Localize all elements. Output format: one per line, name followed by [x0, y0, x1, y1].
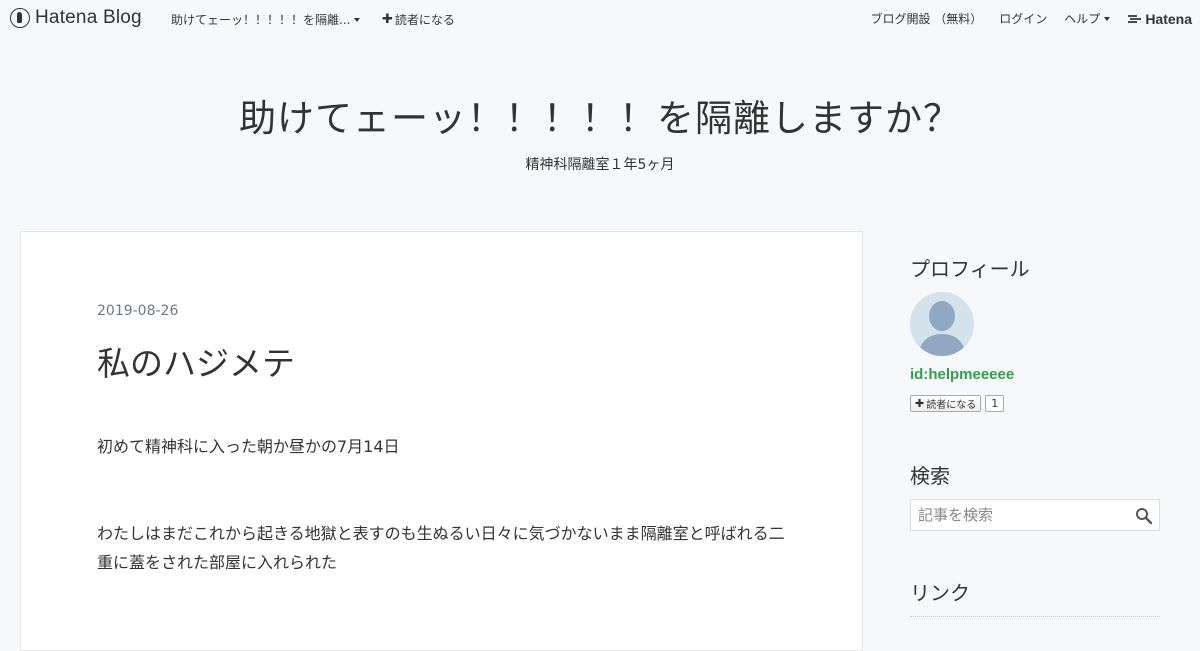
- search-icon[interactable]: [1135, 507, 1153, 525]
- sidebar-subscribe-button[interactable]: ✚ 読者になる: [910, 395, 982, 412]
- blog-description: 精神科隔離室１年5ヶ月: [525, 157, 675, 173]
- avatar[interactable]: [910, 292, 974, 356]
- sidebar-subscribe-label: 読者になる: [926, 400, 977, 411]
- subscriber-count[interactable]: 1: [985, 395, 1005, 412]
- sidebar-subscribe: ✚ 読者になる 1: [910, 395, 1005, 412]
- help-label: ヘルプ: [1064, 12, 1101, 26]
- chevron-down-icon: [1104, 16, 1111, 21]
- hatena-blog-logo-icon: [10, 8, 30, 28]
- default-user-icon: [910, 292, 974, 356]
- entry-date[interactable]: 2019-08-26: [97, 303, 178, 319]
- entry-title[interactable]: 私のハジメテ: [97, 337, 295, 385]
- blog-menu-label: 助けてェーッ！！！！！を隔離...: [171, 13, 351, 27]
- hatena-blog-logo[interactable]: Hatena Blog: [10, 7, 142, 29]
- divider: [910, 616, 1160, 617]
- hatena-mark-icon: [1128, 14, 1142, 23]
- entry-article: 2019-08-26 私のハジメテ 初めて精神科に入った朝か昼かの7月14日 わ…: [20, 231, 863, 651]
- plus-icon: ✚: [915, 397, 925, 410]
- help-menu[interactable]: ヘルプ: [1064, 10, 1111, 27]
- search-input[interactable]: [911, 500, 1128, 530]
- profile-heading: プロフィール: [910, 257, 1030, 281]
- entry-paragraph: 初めて精神科に入った朝か昼かの7月14日: [97, 437, 400, 456]
- profile-id-link[interactable]: id:helpmeeeee: [910, 366, 1014, 383]
- hatena-logo-text: Hatena: [1145, 10, 1192, 27]
- open-blog-link[interactable]: ブログ開設 （無料）: [870, 10, 982, 27]
- chevron-down-icon: [354, 17, 361, 22]
- global-header: Hatena Blog 助けてェーッ！！！！！を隔離... ✚ 読者になる ブロ…: [0, 0, 1200, 36]
- entry-paragraph: わたしはまだこれから起きる地獄と表すのも生ぬるい日々に気づかないまま隔離室と呼ば…: [97, 524, 785, 572]
- hatena-logo[interactable]: Hatena: [1127, 11, 1192, 27]
- header-subscribe-button[interactable]: ✚ 読者になる: [382, 11, 455, 28]
- blog-menu-dropdown[interactable]: 助けてェーッ！！！！！を隔離...: [171, 11, 361, 28]
- blog-title[interactable]: 助けてェーッ！！！！！を隔離しますか？: [0, 88, 1200, 142]
- login-link[interactable]: ログイン: [999, 10, 1047, 27]
- header-subscribe-label: 読者になる: [394, 13, 455, 27]
- links-heading: リンク: [910, 581, 970, 605]
- plus-icon: ✚: [382, 12, 393, 27]
- search-form: [910, 499, 1160, 531]
- hatena-blog-logo-text: Hatena Blog: [35, 7, 142, 28]
- header-right-menu: ブログ開設 （無料） ログイン ヘルプ Hatena: [870, 10, 1192, 27]
- search-heading: 検索: [910, 464, 950, 488]
